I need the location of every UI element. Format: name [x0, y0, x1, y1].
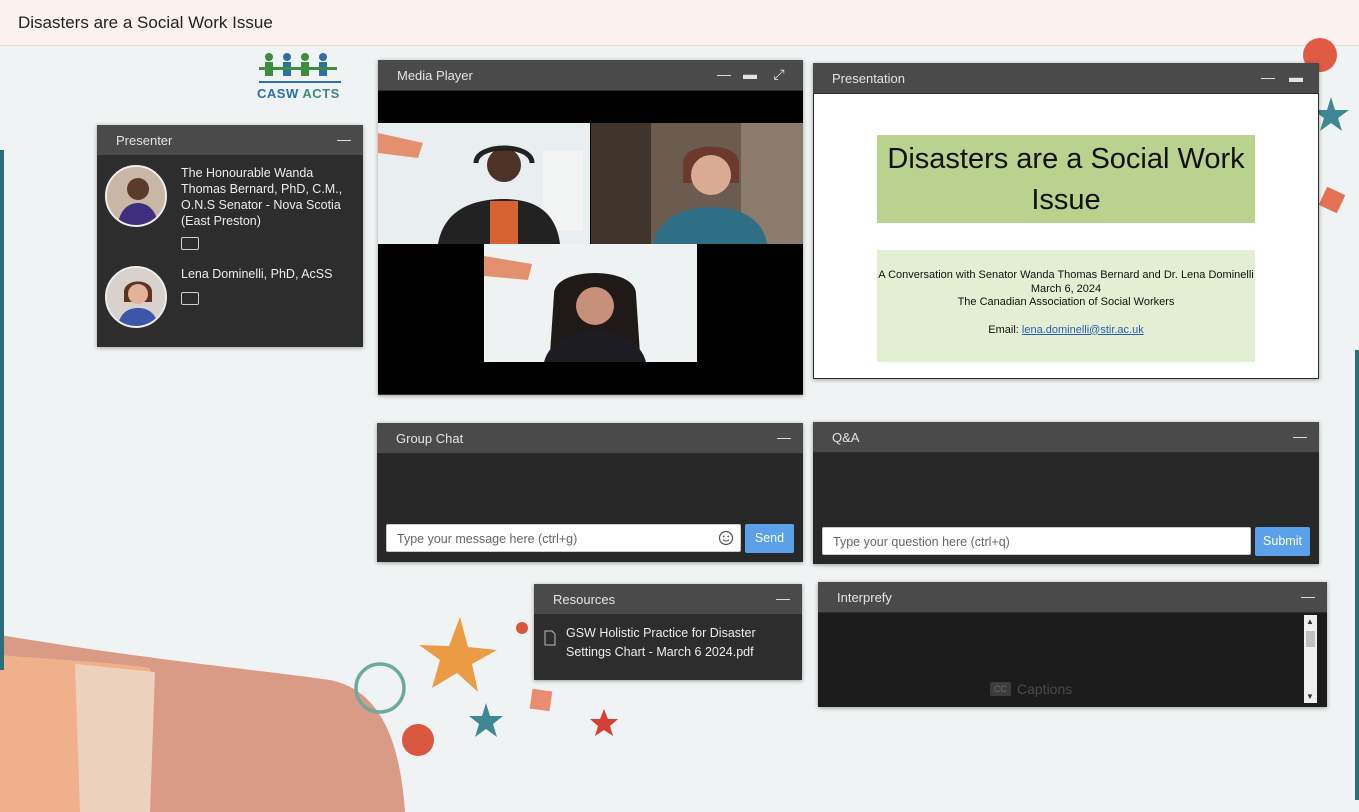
presenter-name: Lena Dominelli, PhD, AcSS [181, 267, 333, 281]
minimize-icon[interactable]: — [1299, 587, 1317, 605]
left-edge-accent [0, 150, 4, 670]
minimize-icon[interactable]: — [715, 65, 733, 83]
slide-title: Disasters are a Social Work Issue [877, 135, 1255, 223]
resource-name: GSW Holistic Practice for Disaster Setti… [566, 626, 756, 659]
minimize-icon[interactable]: — [775, 428, 793, 446]
presentation-header: Presentation — ▬ [813, 63, 1319, 93]
question-input[interactable]: Type your question here (ctrl+q) [822, 527, 1251, 555]
slide-organization: The Canadian Association of Social Worke… [957, 296, 1175, 308]
group-chat-title: Group Chat [396, 431, 464, 446]
presentation-title: Presentation [832, 71, 905, 86]
interprefy-title: Interprefy [837, 590, 892, 605]
scroll-thumb[interactable] [1306, 631, 1315, 647]
interprefy-content [818, 613, 1327, 707]
presentation-slide: Disasters are a Social Work Issue A Conv… [814, 94, 1318, 378]
avatar [105, 165, 167, 227]
video-tile-host [484, 244, 697, 362]
presenter-panel-title: Presenter [116, 133, 173, 148]
right-edge-accent [1355, 350, 1359, 800]
resources-header: Resources — [534, 584, 802, 614]
interprefy-panel: Interprefy — CC Captions ▲ ▼ [818, 582, 1327, 707]
send-button[interactable]: Send [745, 524, 794, 553]
group-chat-panel: Group Chat — Type your message here (ctr… [377, 423, 803, 562]
submit-button[interactable]: Submit [1255, 527, 1310, 556]
minimize-icon[interactable]: — [1259, 68, 1277, 86]
resource-item[interactable]: GSW Holistic Practice for Disaster Setti… [544, 624, 774, 662]
presenter-panel: Presenter — The Honourable Wanda Thomas … [97, 125, 363, 347]
slide-date: March 6, 2024 [1030, 282, 1102, 295]
cc-icon: CC [990, 682, 1011, 696]
minimize-icon[interactable]: — [1291, 427, 1309, 445]
maximize-icon[interactable]: ▬ [1287, 68, 1305, 86]
expand-icon[interactable]: ⤢ [770, 65, 788, 83]
email-link[interactable]: lena.dominelli@stir.ac.uk [1022, 324, 1144, 336]
chat-message-input[interactable]: Type your message here (ctrl+g) [386, 524, 741, 552]
presenter-panel-header: Presenter — [97, 125, 363, 155]
contact-card-icon[interactable] [181, 292, 199, 305]
slide-details: A Conversation with Senator Wanda Thomas… [877, 250, 1255, 362]
email-label: Email: [988, 323, 1022, 336]
avatar [105, 266, 167, 328]
scrollbar[interactable]: ▲ ▼ [1304, 615, 1317, 703]
casw-logo: CASW ACTS [255, 50, 347, 106]
slide-email-line: Email: lena.dominelli@stir.ac.uk [877, 324, 1255, 338]
resources-panel: Resources — GSW Holistic Practice for Di… [534, 584, 802, 680]
video-tile-presenter-2 [591, 123, 803, 244]
qa-panel: Q&A — Type your question here (ctrl+q) S… [813, 422, 1319, 564]
logo-figures-icon [259, 53, 341, 83]
media-player-title: Media Player [397, 68, 473, 83]
presentation-panel: Presentation — ▬ Disasters are a Social … [813, 63, 1319, 379]
video-area [378, 91, 803, 394]
minimize-icon[interactable]: — [774, 589, 792, 607]
video-tile-presenter-1 [378, 123, 590, 244]
emoji-icon[interactable] [718, 530, 734, 546]
resources-title: Resources [553, 592, 616, 607]
logo-text: CASW ACTS [257, 86, 340, 101]
scroll-up-icon[interactable]: ▲ [1306, 617, 1314, 626]
scroll-down-icon[interactable]: ▼ [1306, 692, 1314, 701]
media-player-panel: Media Player — ▬ ⤢ [378, 60, 803, 395]
maximize-icon[interactable]: ▬ [741, 65, 759, 83]
captions-label[interactable]: CC Captions [990, 681, 1072, 697]
media-player-header: Media Player — ▬ ⤢ [378, 60, 803, 90]
interprefy-header: Interprefy — [818, 582, 1327, 612]
presenter-name: The Honourable Wanda Thomas Bernard, PhD… [181, 166, 343, 228]
slide-subtitle: A Conversation with Senator Wanda Thomas… [878, 269, 1254, 281]
qa-title: Q&A [832, 430, 860, 445]
qa-header: Q&A — [813, 422, 1319, 452]
contact-card-icon[interactable] [181, 237, 199, 250]
pdf-file-icon [544, 630, 556, 646]
minimize-icon[interactable]: — [335, 130, 353, 148]
group-chat-header: Group Chat — [377, 423, 803, 453]
